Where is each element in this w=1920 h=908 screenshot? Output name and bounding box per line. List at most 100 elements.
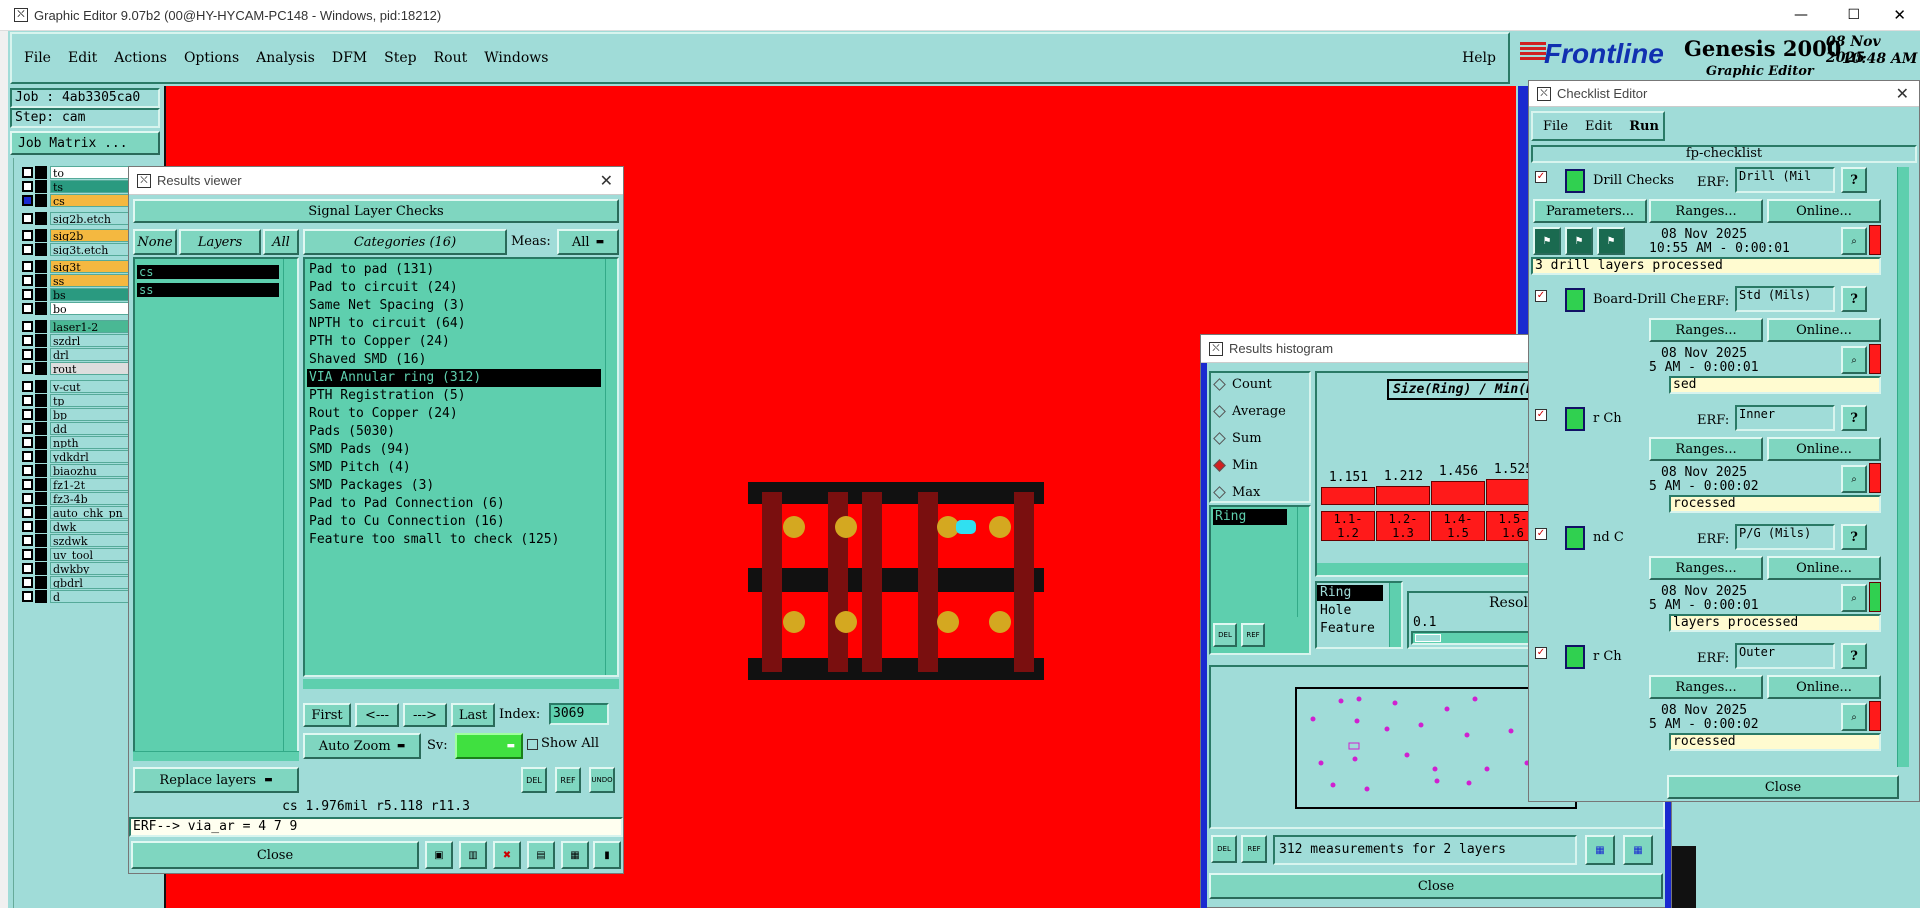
show-all-checkbox[interactable] bbox=[527, 739, 538, 750]
layer-row-16[interactable]: bp bbox=[22, 408, 137, 421]
layer-name[interactable]: szdrl bbox=[50, 334, 137, 347]
layer-name[interactable]: ydkdrl bbox=[50, 450, 137, 463]
layer-name[interactable]: dwk bbox=[50, 520, 137, 533]
layer-selection-list[interactable]: cs ss bbox=[133, 257, 299, 757]
layer-checkbox[interactable] bbox=[22, 451, 33, 462]
layer-list-hscroll[interactable] bbox=[133, 751, 299, 761]
category-item[interactable]: PTH to Copper (24) bbox=[307, 333, 601, 351]
category-item[interactable]: Shaved SMD (16) bbox=[307, 351, 601, 369]
ranges-button[interactable]: Ranges... bbox=[1649, 318, 1763, 342]
layer-row-3[interactable]: sig2b.etch bbox=[22, 212, 137, 225]
check-enabled-checkbox[interactable]: ✓ bbox=[1535, 409, 1547, 421]
attr-ring[interactable]: Ring bbox=[1317, 585, 1383, 601]
help-button[interactable]: ? bbox=[1841, 167, 1867, 193]
layers-all-button[interactable]: All bbox=[263, 229, 299, 255]
category-list[interactable]: Pad to pad (131) Pad to circuit (24) Same … bbox=[303, 257, 619, 677]
layer-row-19[interactable]: ydkdrl bbox=[22, 450, 137, 463]
layer-row-27[interactable]: dwkby bbox=[22, 562, 137, 575]
layer-checkbox[interactable] bbox=[22, 577, 33, 588]
layer-checkbox[interactable] bbox=[22, 321, 33, 332]
online-button[interactable]: Online... bbox=[1767, 318, 1881, 342]
run-all-icon[interactable]: ⚑ bbox=[1565, 227, 1593, 255]
replace-layers-select[interactable]: Replace layers ▬ bbox=[133, 767, 299, 793]
online-button[interactable]: Online... bbox=[1767, 437, 1881, 461]
minimize-button[interactable]: — bbox=[1794, 7, 1808, 23]
menu-windows[interactable]: Windows bbox=[484, 50, 548, 66]
layer-checkbox[interactable] bbox=[22, 303, 33, 314]
layer-row-6[interactable]: sig3t bbox=[22, 260, 137, 273]
layer-name[interactable]: rout bbox=[50, 362, 137, 375]
zoom-icon[interactable]: ⌕ bbox=[1841, 346, 1867, 374]
menu-help[interactable]: Help bbox=[1462, 50, 1496, 66]
layer-name[interactable]: v-cut bbox=[50, 380, 137, 393]
layer-checkbox[interactable] bbox=[22, 479, 33, 490]
layer-checkbox[interactable] bbox=[22, 423, 33, 434]
ref-icon[interactable]: REF bbox=[1241, 623, 1265, 647]
ref-icon[interactable]: REF bbox=[555, 767, 581, 793]
attr-list[interactable]: Ring Hole Feature bbox=[1315, 581, 1403, 649]
ranges-button[interactable]: Ranges... bbox=[1649, 675, 1763, 699]
layer-name[interactable]: tp bbox=[50, 394, 137, 407]
exclude-icon[interactable]: ✖ bbox=[493, 841, 521, 869]
help-button[interactable]: ? bbox=[1841, 405, 1867, 431]
layer-name[interactable]: fz3-4b bbox=[50, 492, 137, 505]
run-custom-icon[interactable]: ⚑ bbox=[1597, 227, 1625, 255]
category-item[interactable]: SMD Packages (3) bbox=[307, 477, 601, 495]
layer-row-17[interactable]: dd bbox=[22, 422, 137, 435]
layer-name[interactable]: biaozhu bbox=[50, 464, 137, 477]
resolution-slider-thumb[interactable] bbox=[1415, 634, 1441, 642]
layer-row-9[interactable]: bo bbox=[22, 302, 137, 315]
erf-input[interactable]: Inner bbox=[1735, 405, 1835, 431]
mode-option-max[interactable]: Max bbox=[1213, 485, 1260, 500]
checklist-scrollbar[interactable] bbox=[1897, 167, 1909, 767]
layer-row-22[interactable]: fz3-4b bbox=[22, 492, 137, 505]
check-action-icon[interactable] bbox=[1565, 169, 1585, 193]
checklist-menu-file[interactable]: File bbox=[1543, 119, 1568, 134]
layer-name[interactable]: uv_tool bbox=[50, 548, 137, 561]
del-icon[interactable]: DEL bbox=[1211, 835, 1237, 863]
layer-row-18[interactable]: npth bbox=[22, 436, 137, 449]
layer-checkbox[interactable] bbox=[22, 465, 33, 476]
layer-checkbox[interactable] bbox=[22, 535, 33, 546]
online-button[interactable]: Online... bbox=[1767, 675, 1881, 699]
menu-analysis[interactable]: Analysis bbox=[256, 50, 315, 66]
layer-checkbox[interactable] bbox=[22, 549, 33, 560]
layer-name[interactable]: szdwk bbox=[50, 534, 137, 547]
check-enabled-checkbox[interactable]: ✓ bbox=[1535, 528, 1547, 540]
category-item[interactable]: SMD Pitch (4) bbox=[307, 459, 601, 477]
check-enabled-checkbox[interactable]: ✓ bbox=[1535, 290, 1547, 302]
category-item[interactable]: Same Net Spacing (3) bbox=[307, 297, 601, 315]
auto-zoom-select[interactable]: Auto Zoom ▬ bbox=[303, 733, 421, 759]
highlight-icon[interactable]: ▣ bbox=[425, 841, 453, 869]
layer-name[interactable]: ss bbox=[50, 274, 137, 287]
layer-row-21[interactable]: fz1-2t bbox=[22, 478, 137, 491]
layer-checkbox[interactable] bbox=[22, 381, 33, 392]
layer-row-12[interactable]: drl bbox=[22, 348, 137, 361]
layer-name[interactable]: npth bbox=[50, 436, 137, 449]
layer-name[interactable]: fz1-2t bbox=[50, 478, 137, 491]
layer-name[interactable]: dwkby bbox=[50, 562, 137, 575]
layer-name[interactable]: auto_chk_pn bbox=[50, 506, 137, 519]
last-button[interactable]: Last bbox=[451, 703, 495, 727]
menu-options[interactable]: Options bbox=[184, 50, 239, 66]
layer-name[interactable]: drl bbox=[50, 348, 137, 361]
layer-name[interactable]: sig2b bbox=[50, 229, 137, 242]
layer-item-cs[interactable]: cs bbox=[137, 265, 279, 279]
layer-row-15[interactable]: tp bbox=[22, 394, 137, 407]
histogram-bar[interactable] bbox=[1321, 487, 1375, 505]
layer-row-11[interactable]: szdrl bbox=[22, 334, 137, 347]
layer-checkbox[interactable] bbox=[22, 244, 33, 255]
layer-row-23[interactable]: auto_chk_pn bbox=[22, 506, 137, 519]
layer-checkbox[interactable] bbox=[22, 230, 33, 241]
layer-name[interactable]: bp bbox=[50, 408, 137, 421]
del-icon[interactable]: DEL bbox=[1213, 623, 1237, 647]
menu-dfm[interactable]: DFM bbox=[332, 50, 367, 66]
erf-input[interactable]: Std (Mils) bbox=[1735, 286, 1835, 312]
category-item[interactable]: Pad to Cu Connection (16) bbox=[307, 513, 601, 531]
zoom-icon[interactable]: ⌕ bbox=[1841, 584, 1867, 612]
layer-row-8[interactable]: bs bbox=[22, 288, 137, 301]
layer-checkbox[interactable] bbox=[22, 591, 33, 602]
layer-name[interactable]: sig2b.etch bbox=[50, 212, 137, 225]
layer-name[interactable]: bo bbox=[50, 302, 137, 315]
layer-row-29[interactable]: d bbox=[22, 590, 137, 603]
